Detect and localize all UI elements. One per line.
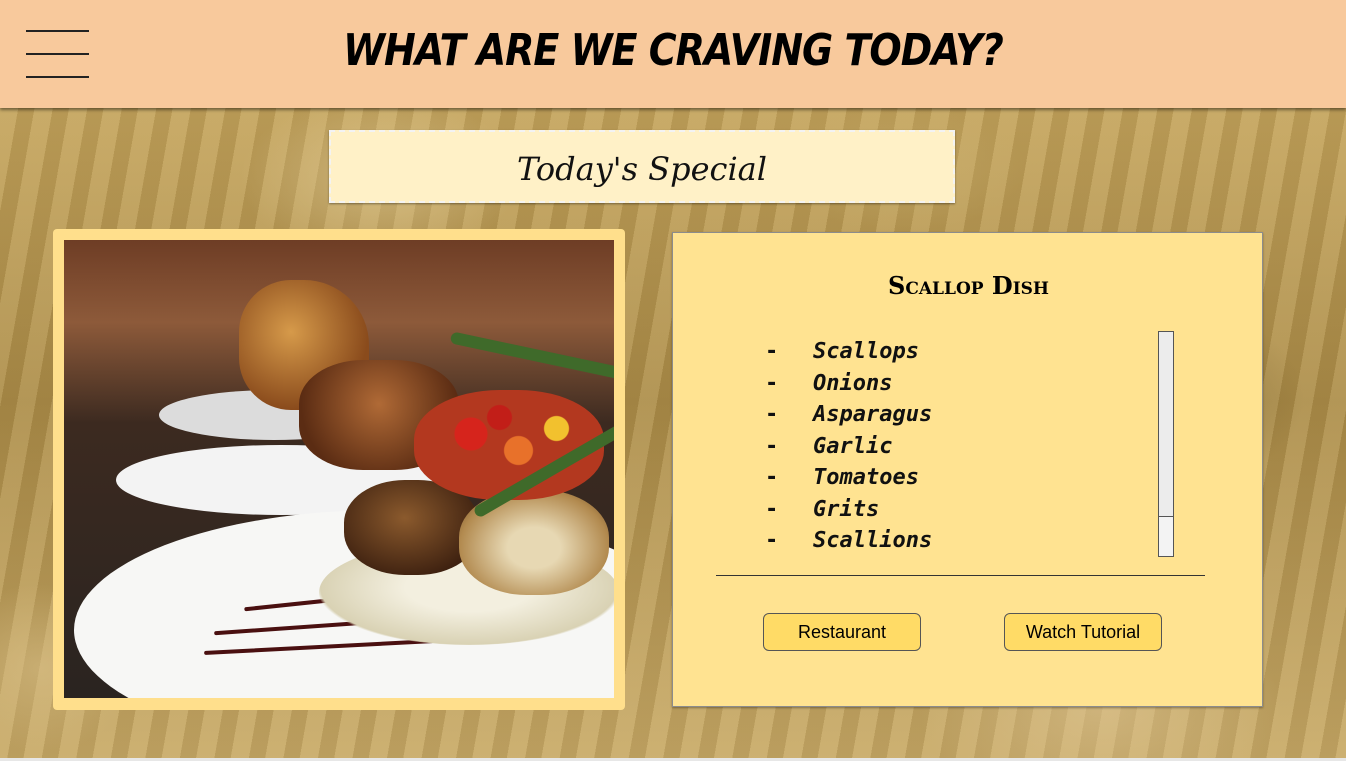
- bullet-dash: -: [765, 339, 779, 364]
- bullet-dash: -: [765, 433, 779, 459]
- list-item: - Asparagus: [765, 399, 1145, 431]
- ingredient-name: Onions: [813, 370, 893, 396]
- bullet-dash: -: [765, 496, 779, 522]
- top-header: WHAT ARE WE CRAVING TODAY?: [0, 0, 1346, 108]
- bullet-dash: -: [765, 465, 779, 490]
- bullet-dash: -: [765, 528, 779, 553]
- dish-title: Scallop Dish: [887, 271, 1049, 300]
- list-item: - Scallops: [765, 336, 1145, 368]
- list-item: - Tomatoes: [765, 462, 1145, 494]
- list-item: - Garlic: [765, 431, 1145, 463]
- todays-special-banner: Today's Special: [329, 130, 955, 203]
- bullet-dash: -: [765, 370, 779, 396]
- ingredient-name: Asparagus: [813, 402, 933, 427]
- tomato-salsa: [414, 390, 604, 500]
- recipe-card: Scallop Dish - Scallops - Onions - Asparagu…: [672, 232, 1263, 707]
- list-item: - Onions: [765, 368, 1145, 400]
- bullet-dash: -: [765, 402, 779, 427]
- ingredient-name: Tomatoes: [813, 465, 919, 490]
- divider: [716, 575, 1205, 576]
- scrollbar-thumb[interactable]: [1159, 332, 1173, 517]
- ingredient-name: Grits: [813, 496, 880, 522]
- ingredient-name: Scallions: [813, 528, 933, 553]
- ingredient-list: - Scallops - Onions - Asparagus - Garlic - To…: [765, 336, 1145, 557]
- todays-special-label: Today's Special: [517, 150, 767, 188]
- list-item: - Grits: [765, 494, 1145, 526]
- page-title: WHAT ARE WE CRAVING TODAY?: [343, 24, 1004, 76]
- ingredient-name: Garlic: [813, 433, 893, 459]
- ingredient-scrollbar[interactable]: [1158, 331, 1174, 557]
- asparagus-spear: [449, 331, 614, 381]
- dish-photo: [64, 240, 614, 698]
- ingredient-name: Scallops: [813, 339, 919, 364]
- restaurant-button[interactable]: Restaurant: [763, 613, 921, 651]
- menu-line: [26, 76, 89, 78]
- watch-tutorial-button[interactable]: Watch Tutorial: [1004, 613, 1162, 651]
- list-item: - Scallions: [765, 525, 1145, 557]
- dish-photo-frame: [53, 229, 625, 710]
